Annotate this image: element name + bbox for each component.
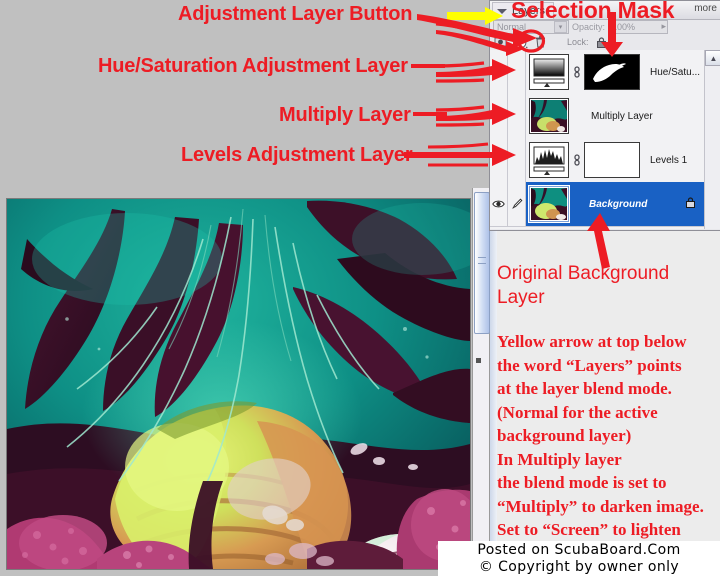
layer-mask-thumbnail-white[interactable] <box>584 142 640 178</box>
layer-name: Levels 1 <box>650 154 688 166</box>
selection-mask-shape <box>585 55 637 87</box>
paragraph-line: In Multiply layer <box>497 449 622 469</box>
label-original-background-line1: Original Background <box>497 263 670 284</box>
paragraph-line: “Multiply” to darken image. <box>497 496 704 516</box>
paragraph-line: Set to “Screen” to lighten <box>497 520 681 539</box>
paragraph-line: the blend mode is set to <box>497 473 667 492</box>
mask-link-icon[interactable] <box>572 154 581 166</box>
layer-visibility-toggle[interactable] <box>490 182 508 226</box>
layer-name: Background <box>589 198 648 210</box>
layer-thumbnail-levels[interactable] <box>529 142 569 178</box>
document-canvas[interactable] <box>6 198 471 570</box>
underwater-photo <box>7 199 470 569</box>
red-line-multiply <box>413 110 447 118</box>
scroll-up-button[interactable]: ▲ <box>705 50 720 66</box>
right-column-edge-strip <box>489 229 497 576</box>
watermark: Posted on ScubaBoard.Com © Copyright by … <box>438 541 720 576</box>
red-circle-adjustment-layer-button <box>516 29 546 53</box>
levels-histogram-icon <box>531 144 567 176</box>
layer-list[interactable]: Hue/Satu... Multiply Layer Levels 1 Back… <box>490 50 720 229</box>
brush-icon <box>511 198 522 209</box>
lock-label: Lock: <box>567 37 589 47</box>
label-hue-saturation-layer: Hue/Saturation Adjustment Layer <box>98 55 408 77</box>
panel-menu-label[interactable]: more <box>694 3 717 14</box>
layer-row[interactable]: Multiply Layer <box>490 94 704 139</box>
photo-thumbnail <box>531 188 567 220</box>
watermark-line-1: Posted on ScubaBoard.Com <box>477 541 681 558</box>
red-arrow-burst-top <box>435 22 526 56</box>
red-arrow-hue-saturation-layer <box>435 56 518 86</box>
red-arrow-levels-layer <box>404 140 518 170</box>
label-levels-layer: Levels Adjustment Layer <box>181 144 413 166</box>
layer-locked-icon <box>685 195 696 213</box>
layer-row[interactable]: Hue/Satu... <box>490 50 704 95</box>
layer-paint-indicator[interactable] <box>508 182 526 226</box>
paragraph-line: Yellow arrow at top below <box>497 332 687 351</box>
watermark-line-2: © Copyright by owner only <box>478 558 680 575</box>
layer-row[interactable]: Levels 1 <box>490 138 704 183</box>
photo-thumbnail <box>531 100 567 132</box>
document-vertical-scrollbar[interactable]: ▼ <box>472 188 491 576</box>
red-line-hue-saturation <box>411 62 445 70</box>
layer-name: Hue/Satu... <box>650 66 701 78</box>
label-original-background-layer: Original Background Layer <box>497 262 720 310</box>
screenshot-root: ▼ Layers more Normal ▾ Opacity: 100% ▸ <box>0 0 720 576</box>
scrollbar-marker <box>476 358 481 363</box>
layer-list-scrollbar[interactable]: ▲ <box>704 50 720 229</box>
hue-saturation-icon <box>531 56 567 88</box>
paragraph-line: the word “Layers” points <box>497 355 682 375</box>
paragraph-line: background layer) <box>497 426 632 445</box>
paragraph-line: at the layer blend mode. <box>497 379 672 398</box>
layer-mask-thumbnail-selection[interactable] <box>584 54 640 90</box>
paragraph-line: (Normal for the active <box>497 402 658 422</box>
red-arrow-multiply-layer <box>435 100 518 130</box>
label-multiply-layer: Multiply Layer <box>279 104 411 126</box>
explanatory-paragraph: Yellow arrow at top below the word “Laye… <box>497 330 720 576</box>
label-original-background-line2: Layer <box>497 287 545 308</box>
mask-link-icon[interactable] <box>572 66 581 78</box>
scrollbar-thumb[interactable] <box>474 192 490 334</box>
layer-thumbnail-background[interactable] <box>528 185 570 223</box>
label-selection-mask: Selection Mask <box>511 0 675 23</box>
layer-name: Multiply Layer <box>591 110 653 122</box>
layer-thumbnail-hue-saturation[interactable] <box>529 54 569 90</box>
label-adjustment-layer-button: Adjustment Layer Button <box>178 3 413 25</box>
red-arrow-original-background-layer <box>584 213 618 269</box>
eye-icon <box>492 200 505 208</box>
layer-thumbnail-multiply[interactable] <box>529 98 569 134</box>
scrollbar-grip <box>478 257 486 264</box>
